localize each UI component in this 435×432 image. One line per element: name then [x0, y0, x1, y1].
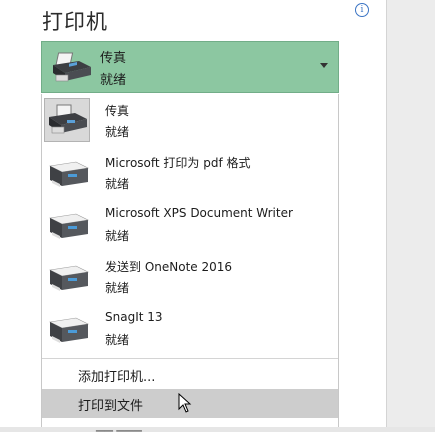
fax-printer-icon — [44, 98, 90, 142]
printer-icon — [46, 256, 90, 300]
printer-status: 就绪 — [105, 125, 130, 139]
add-printer-menu-item[interactable]: 添加打印机... — [42, 360, 338, 389]
printer-list: 传真 就绪 Microsoft 打印为 pdf 格式 就绪 Microsoft … — [41, 94, 339, 427]
printer-icon — [46, 204, 90, 248]
printer-dropdown[interactable]: 传真 就绪 — [41, 41, 339, 93]
printer-icon — [46, 152, 90, 196]
printer-name: 传真 — [105, 104, 130, 118]
printer-item-xps[interactable]: Microsoft XPS Document Writer 就绪 — [42, 198, 338, 250]
print-panel: 打印机 i 传真 就绪 传真 就绪 Microsoft 打印为 pdf 格式 就… — [0, 0, 387, 432]
info-icon[interactable]: i — [355, 3, 369, 17]
printer-name: Microsoft 打印为 pdf 格式 — [105, 156, 251, 170]
menu-divider — [42, 358, 338, 359]
printer-status: 就绪 — [105, 177, 130, 191]
fax-printer-icon — [49, 51, 93, 89]
printer-item-fax[interactable]: 传真 就绪 — [42, 94, 338, 146]
print-to-file-label: 打印到文件 — [78, 399, 144, 414]
add-printer-label: 添加打印机... — [78, 370, 156, 385]
printer-name: SnagIt 13 — [105, 310, 163, 324]
selected-printer-status: 就绪 — [100, 73, 127, 88]
chevron-down-icon — [320, 63, 328, 68]
printer-item-onenote[interactable]: 发送到 OneNote 2016 就绪 — [42, 250, 338, 302]
selected-printer-name: 传真 — [100, 51, 127, 66]
right-panel — [387, 0, 435, 427]
printer-status: 就绪 — [105, 281, 130, 295]
mouse-cursor-icon — [178, 392, 192, 417]
printer-item-snagit[interactable]: SnagIt 13 就绪 — [42, 302, 338, 354]
printer-name: Microsoft XPS Document Writer — [105, 206, 293, 220]
printer-icon — [46, 308, 90, 352]
printer-status: 就绪 — [105, 229, 130, 243]
printer-status: 就绪 — [105, 333, 130, 347]
page-title: 打印机 — [42, 10, 108, 34]
hidden-text-peek: ▁▁ ▁▁▁ — [96, 419, 142, 432]
printer-item-pdf[interactable]: Microsoft 打印为 pdf 格式 就绪 — [42, 146, 338, 198]
printer-name: 发送到 OneNote 2016 — [105, 260, 233, 274]
